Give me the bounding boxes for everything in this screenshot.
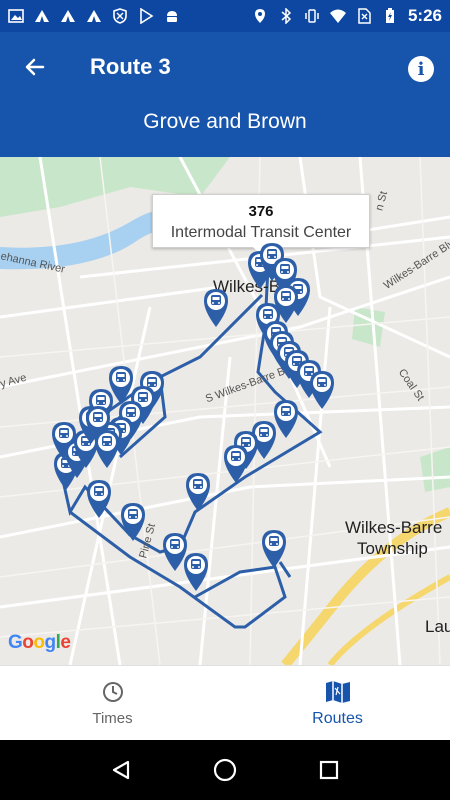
- gallery-icon: [8, 9, 24, 23]
- bus-stop-marker[interactable]: [185, 472, 211, 512]
- info-button[interactable]: i: [408, 56, 434, 82]
- back-button[interactable]: [20, 52, 50, 82]
- tent-icon: [35, 10, 49, 22]
- arrow-back-icon: [25, 58, 45, 76]
- nav-times[interactable]: Times: [0, 666, 225, 741]
- bus-stop-marker[interactable]: [309, 370, 335, 410]
- back-triangle-icon[interactable]: [110, 759, 132, 781]
- bus-stop-marker[interactable]: [223, 444, 249, 484]
- stop-callout[interactable]: 376 Intermodal Transit Center: [152, 194, 370, 256]
- bottom-navigation: Times Routes: [0, 665, 450, 740]
- nav-times-label: Times: [92, 710, 133, 727]
- bluetooth-icon: [281, 8, 292, 24]
- location-icon: [254, 9, 265, 23]
- notification-icons: [8, 8, 180, 24]
- bus-stop-marker[interactable]: [261, 529, 287, 569]
- system-icons: 5:26: [252, 6, 442, 26]
- township-label: Wilkes-Barre Township: [345, 517, 442, 559]
- bus-stop-marker[interactable]: [120, 502, 146, 542]
- park-area: [420, 447, 450, 492]
- bus-stop-marker[interactable]: [94, 429, 120, 469]
- map-icon: [325, 680, 350, 703]
- status-bar: 5:26: [0, 0, 450, 32]
- bus-stop-marker[interactable]: [203, 288, 229, 328]
- route-map[interactable]: 376 Intermodal Transit Center ehanna Riv…: [0, 157, 450, 665]
- clock-icon: [102, 682, 123, 702]
- stop-name: Intermodal Transit Center: [170, 224, 352, 241]
- clock-time: 5:26: [407, 6, 442, 25]
- app-bar: Route 3 i Grove and Brown: [0, 32, 450, 157]
- bus-stop-marker[interactable]: [183, 552, 209, 592]
- home-circle-icon[interactable]: [213, 758, 237, 782]
- shield-icon: [113, 8, 127, 24]
- township-label-line2: Township: [357, 539, 428, 558]
- system-navigation-bar: [0, 740, 450, 800]
- bus-stop-marker[interactable]: [86, 479, 112, 519]
- tent-icon: [87, 10, 101, 22]
- no-sim-icon: [358, 8, 371, 24]
- android-icon: [167, 11, 177, 22]
- play-store-icon: [140, 8, 154, 24]
- recents-square-icon[interactable]: [318, 759, 340, 781]
- google-attribution: Google: [8, 632, 71, 653]
- battery-charging-icon: [385, 8, 394, 23]
- nav-routes[interactable]: Routes: [225, 666, 450, 741]
- township-label-line1: Wilkes-Barre: [345, 518, 443, 537]
- route-subtitle: Grove and Brown: [143, 110, 307, 133]
- stop-number: 376: [248, 203, 274, 220]
- info-icon: i: [417, 58, 425, 80]
- nav-routes-label: Routes: [312, 709, 363, 727]
- tent-icon: [61, 10, 75, 22]
- area-label: Lau: [425, 617, 450, 636]
- page-title: Route 3: [90, 54, 171, 79]
- vibrate-icon: [305, 9, 319, 23]
- wifi-icon: [329, 9, 346, 23]
